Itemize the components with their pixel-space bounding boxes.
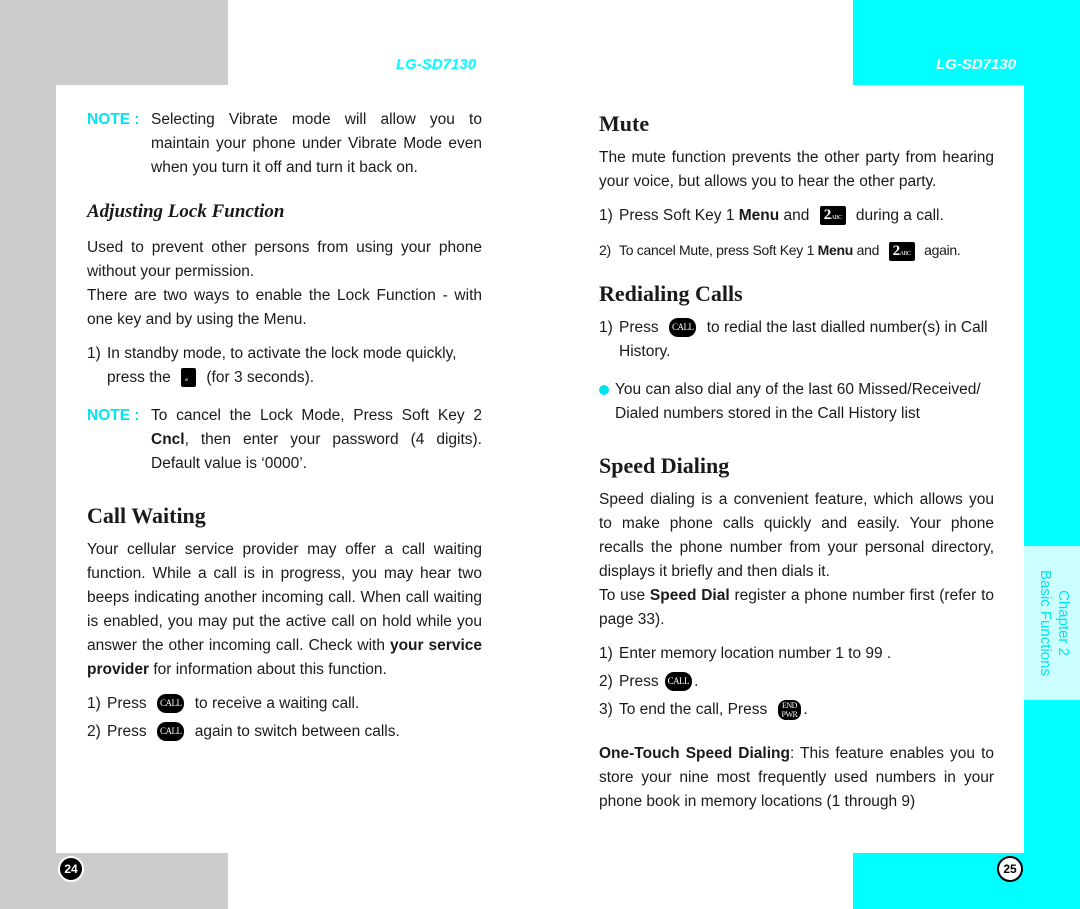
- speed-para-2: To use Speed Dial register a phone numbe…: [599, 587, 994, 628]
- speed-para-1: Speed dialing is a convenient feature, w…: [599, 491, 994, 580]
- one-touch-para: One-Touch Speed Dialing: This feature en…: [599, 745, 995, 810]
- call-waiting-step-1: 1) Press CALL to receive a waiting call.: [87, 694, 360, 714]
- lock-step-1: 1) In standby mode, to activate the lock…: [87, 345, 457, 408]
- redial-bullet: You can also dial any of the last 60 Mis…: [599, 378, 994, 426]
- page-number-right: 25: [997, 856, 1023, 882]
- call-waiting-step-2: 2) Press CALL again to switch between ca…: [87, 722, 400, 742]
- mute-para: The mute function prevents the other par…: [599, 149, 994, 190]
- chapter-side-tab[interactable]: Chapter 2 Basic Functions: [1024, 546, 1080, 700]
- left-bottom-band: [0, 853, 228, 909]
- lock-para-1: Used to prevent other persons from using…: [87, 239, 482, 280]
- speed-step-1: 1) Enter memory location number 1 to 99 …: [599, 645, 892, 662]
- right-margin-strip: [1024, 0, 1080, 909]
- bullet-dot-icon: [599, 385, 609, 395]
- note-label: NOTE :: [87, 111, 140, 128]
- speed-dialing-heading: Speed Dialing: [599, 453, 730, 478]
- lock-para-2: There are two ways to enable the Lock Fu…: [87, 287, 482, 328]
- redial-step-1: 1) Press CALL to redial the last dialled…: [599, 318, 988, 360]
- two-abc-key-icon: 2ABC: [819, 206, 846, 226]
- chapter-number: Chapter 2: [1055, 590, 1072, 656]
- call-waiting-heading: Call Waiting: [87, 503, 206, 528]
- speed-step-3: 3) To end the call, Press END PWR.: [599, 699, 808, 720]
- call-key-icon: CALL: [668, 318, 697, 338]
- call-key-icon: CALL: [156, 694, 185, 714]
- left-model-name: LG-SD7130: [396, 56, 477, 73]
- vibrate-note: NOTE : Selecting Vibrate mode will allow…: [87, 108, 482, 180]
- lock-cancel-note: NOTE : To cancel the Lock Mode, Press So…: [87, 404, 482, 476]
- call-waiting-para: Your cellular service provider may offer…: [87, 541, 482, 678]
- redialing-heading: Redialing Calls: [599, 281, 743, 306]
- call-key-icon: CALL: [156, 722, 185, 742]
- chapter-side-tab-label: Chapter 2 Basic Functions: [1024, 546, 1080, 700]
- note-label: NOTE :: [87, 407, 140, 424]
- note-text: Selecting Vibrate mode will allow you to…: [151, 111, 482, 176]
- speed-step-2: 2) Press CALL.: [599, 672, 699, 692]
- mute-heading: Mute: [599, 111, 650, 136]
- lock-function-heading: Adjusting Lock Function: [87, 201, 285, 222]
- page-number-left: 24: [58, 856, 84, 882]
- mute-step-1: 1) Press Soft Key 1 Menu and 2ABC during…: [599, 206, 944, 226]
- right-page-content: Mute The mute function prevents the othe…: [599, 108, 994, 814]
- pound-space-key-icon: a #: [181, 368, 197, 407]
- left-page-content: NOTE : Selecting Vibrate mode will allow…: [87, 108, 482, 744]
- left-margin-strip: [0, 0, 56, 909]
- call-key-icon: CALL: [664, 672, 693, 692]
- end-pwr-key-icon: END PWR: [777, 699, 802, 720]
- mute-step-2: 2) To cancel Mute, press Soft Key 1 Menu…: [599, 241, 961, 261]
- chapter-title: Basic Functions: [1037, 570, 1054, 676]
- cncl-softkey-label: Cncl: [151, 431, 185, 448]
- right-model-name: LG-SD7130: [936, 56, 1017, 73]
- two-abc-key-icon: 2ABC: [888, 241, 915, 261]
- right-bottom-band: [853, 853, 1080, 909]
